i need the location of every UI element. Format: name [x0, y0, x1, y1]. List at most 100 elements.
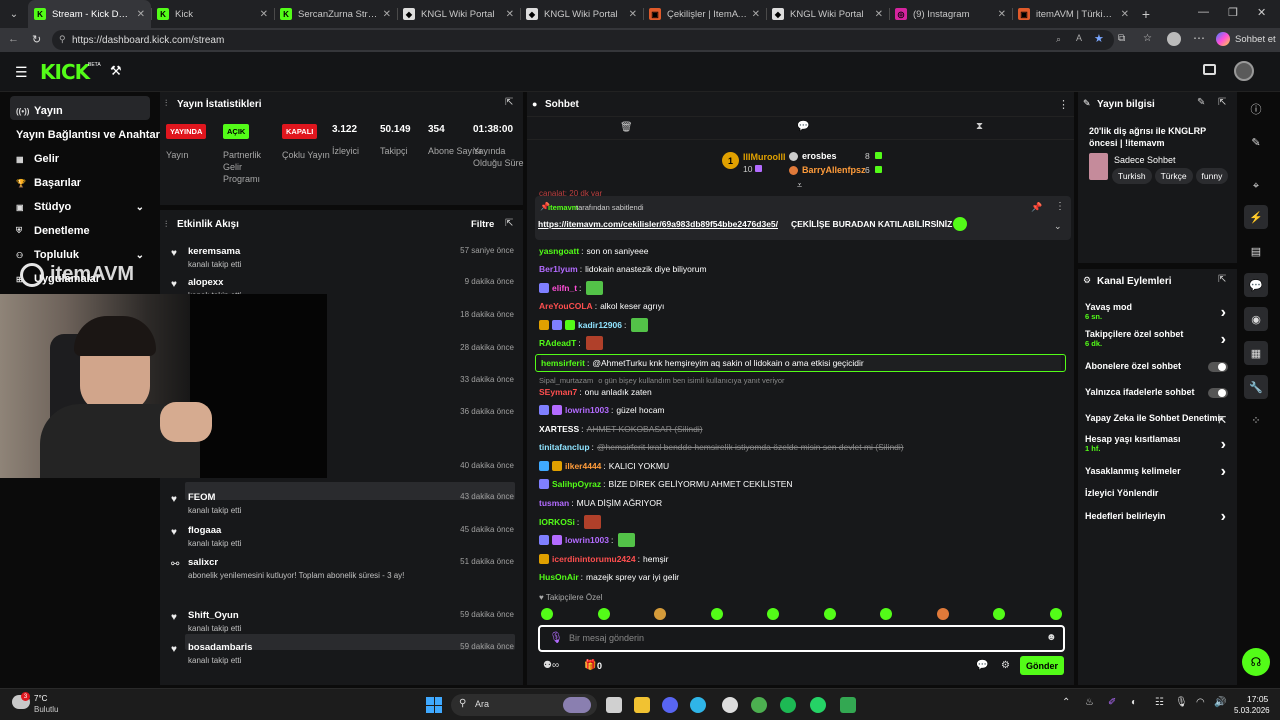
edge-icon[interactable] — [690, 697, 706, 713]
wallet-icon[interactable] — [1203, 64, 1216, 75]
chat-bubble-rail-icon[interactable]: 💬 — [1244, 273, 1268, 297]
chat-bubble-icon[interactable]: 💬 — [797, 121, 809, 132]
chat-username[interactable]: yasngoatt — [539, 246, 579, 256]
activity-user[interactable]: alopexx — [188, 277, 223, 288]
activity-user[interactable]: FEOM — [188, 492, 215, 503]
chat-users-icon[interactable]: 💬 — [976, 660, 988, 671]
close-tab-icon[interactable]: ✕ — [260, 9, 268, 20]
category-thumbnail[interactable] — [1089, 153, 1108, 180]
zoom-icon[interactable]: ⌕ — [1056, 34, 1061, 45]
copilot-icon[interactable] — [1216, 32, 1230, 46]
chat-more-icon[interactable]: ⋮ — [1058, 98, 1069, 111]
category-name[interactable]: Sadece Sohbet — [1114, 155, 1176, 165]
lightning-icon[interactable]: ⚡ — [1244, 205, 1268, 229]
quick-emote[interactable] — [654, 608, 666, 620]
reload-icon[interactable]: ↻ — [32, 33, 41, 46]
pencil-icon[interactable]: ✎ — [1244, 130, 1268, 154]
expand-pinned-icon[interactable]: ⌄ — [1054, 221, 1062, 232]
browser-tab[interactable]: ◆ KNGL Wiki Portal ✕ — [520, 0, 643, 28]
close-tab-icon[interactable]: ✕ — [875, 9, 883, 20]
tab-search-icon[interactable]: ⌄ — [0, 0, 28, 28]
profile-avatar[interactable] — [1167, 32, 1181, 46]
task-view-icon[interactable] — [606, 697, 622, 713]
close-tab-icon[interactable]: ✕ — [629, 9, 637, 20]
tray-chevron-icon[interactable]: ⌃ — [1062, 697, 1070, 708]
chat-username[interactable]: tinitafanclup — [539, 442, 590, 452]
chat-username[interactable]: XARTESS — [539, 424, 579, 434]
edit-icon[interactable]: ✎ — [1197, 97, 1205, 108]
clipboard-icon[interactable]: ▤ — [1244, 239, 1268, 263]
browser-tab[interactable]: ▣ Çekilişler | ItemAVM ✕ — [643, 0, 766, 28]
minimize-icon[interactable]: — — [1198, 6, 1209, 18]
wifi-icon[interactable]: ◠ — [1196, 697, 1205, 708]
close-tab-icon[interactable]: ✕ — [137, 9, 145, 20]
quick-emote[interactable] — [880, 608, 892, 620]
chrome-icon[interactable] — [751, 697, 767, 713]
quick-emote[interactable] — [1049, 608, 1062, 620]
bookmark-star-icon[interactable]: ★ — [1094, 32, 1104, 45]
translate-icon[interactable]: A — [1076, 33, 1082, 43]
wrench-icon[interactable]: 🔧 — [1244, 375, 1268, 399]
volume-icon[interactable]: 🔊 — [1214, 697, 1226, 708]
chat-username[interactable]: RAdeadT — [539, 338, 576, 348]
info-circle-icon[interactable]: ⓘ — [1244, 97, 1268, 121]
send-button[interactable]: Gönder — [1020, 656, 1064, 675]
quick-emote[interactable] — [767, 608, 779, 620]
chat-username[interactable]: AreYouCOLA — [539, 301, 593, 311]
sidebar-item[interactable]: ▦ Gelir — [10, 148, 150, 170]
file-explorer-icon[interactable] — [634, 697, 650, 713]
sidebar-item[interactable]: 🏆 Başarılar — [10, 172, 150, 194]
pinned-link[interactable]: https://itemavm.com/cekilisler/69a983db8… — [538, 219, 778, 229]
spotify-icon[interactable] — [780, 697, 796, 713]
chevron-down-icon[interactable]: ⌄ — [136, 202, 144, 213]
hourglass-icon[interactable]: ⧗ — [976, 121, 983, 132]
chat-username[interactable]: SalihpOyraz — [552, 479, 601, 489]
channel-action[interactable]: Hesap yaşı kısıtlaması 1 hf. › — [1085, 434, 1230, 460]
emoji-icon[interactable]: ☻ — [1046, 632, 1057, 643]
chat-username[interactable]: Ber1lyum — [539, 264, 578, 274]
browser-tab[interactable]: K SercanZurna Stream - W ✕ — [274, 0, 397, 28]
toggle-switch[interactable] — [1208, 362, 1228, 372]
layout-icon[interactable]: ▦ — [1244, 341, 1268, 365]
chat-username[interactable]: tusman — [539, 498, 569, 508]
chat-username[interactable]: elifn_t — [552, 283, 577, 293]
back-icon[interactable]: ← — [8, 33, 19, 45]
stream-tag[interactable]: Turkish — [1112, 168, 1152, 184]
quick-emote[interactable] — [541, 608, 553, 620]
chat-settings-icon[interactable]: ⚙ — [1001, 660, 1010, 671]
channel-action[interactable]: Hedefleri belirleyin › — [1085, 508, 1230, 537]
chat-username[interactable]: lowrin1003 — [565, 405, 609, 415]
hamburger-menu-icon[interactable]: ☰ — [15, 64, 28, 81]
browser-tab[interactable]: K Kick ✕ — [151, 0, 274, 28]
chat-username[interactable]: HusOnAir — [539, 572, 579, 582]
quick-emote[interactable] — [823, 608, 836, 620]
discord-icon[interactable] — [662, 697, 678, 713]
activity-user[interactable]: bosadambaris — [188, 642, 252, 653]
sidebar-item[interactable]: ▣ Stüdyo ⌄ — [10, 196, 150, 218]
activity-user[interactable]: salixcr — [188, 557, 218, 568]
rank2-name[interactable]: erosbes — [802, 151, 837, 161]
tray-app-icon[interactable]: ✐ — [1108, 697, 1116, 708]
activity-user[interactable]: keremsama — [188, 246, 240, 257]
user-avatar[interactable] — [1234, 61, 1254, 81]
whatsapp-icon[interactable] — [810, 697, 826, 713]
close-tab-icon[interactable]: ✕ — [506, 9, 514, 20]
focus-icon[interactable]: ⌖ — [1244, 174, 1268, 198]
activity-user[interactable]: flogaaa — [188, 525, 221, 536]
sidebar-item[interactable]: ((•)) Yayın — [10, 100, 150, 122]
chat-username[interactable]: hemsirferit — [541, 358, 585, 368]
chat-username[interactable]: SEyman7 — [539, 387, 577, 397]
chat-button[interactable]: Sohbet et — [1235, 34, 1276, 45]
browser-tab[interactable]: K Stream - Kick Dashboard ✕ — [28, 0, 151, 28]
maximize-icon[interactable]: ❐ — [1228, 6, 1238, 19]
site-info-icon[interactable]: ⚲ — [59, 34, 66, 45]
close-tab-icon[interactable]: ✕ — [383, 9, 391, 20]
mic-tray-icon[interactable]: 🎙 — [1175, 697, 1188, 708]
obs-icon[interactable] — [722, 697, 738, 713]
browser-tab[interactable]: ◆ KNGL Wiki Portal ✕ — [397, 0, 520, 28]
new-tab-button[interactable]: + — [1135, 0, 1157, 28]
popout-icon[interactable]: ⇱ — [1218, 97, 1226, 108]
windows-start-icon[interactable] — [426, 697, 442, 713]
quick-emote[interactable] — [710, 608, 723, 620]
favorites-icon[interactable]: ☆ — [1143, 33, 1152, 44]
